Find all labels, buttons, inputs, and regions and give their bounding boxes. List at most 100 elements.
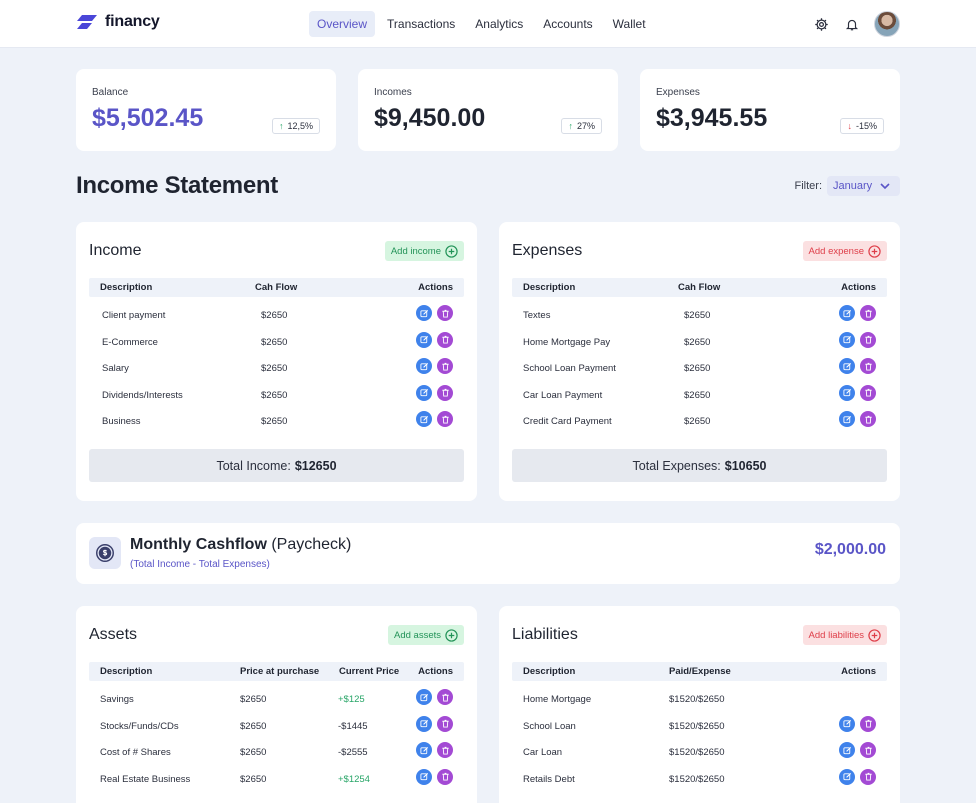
delete-button[interactable] bbox=[437, 742, 453, 758]
edit-button[interactable] bbox=[839, 742, 855, 758]
avatar[interactable] bbox=[874, 11, 900, 37]
incomes-label: Incomes bbox=[374, 87, 412, 98]
row-actions bbox=[416, 768, 453, 785]
delete-button[interactable] bbox=[860, 768, 876, 785]
delete-button[interactable] bbox=[860, 742, 876, 758]
top-actions bbox=[812, 11, 900, 37]
row-current-price: -$1445 bbox=[338, 720, 368, 732]
delete-button[interactable] bbox=[437, 689, 453, 705]
row-actions bbox=[416, 358, 453, 374]
row-description: Textes bbox=[523, 310, 551, 321]
table-row: Real Estate Business $2650 +$1254 bbox=[89, 768, 464, 791]
row-actions bbox=[839, 411, 876, 427]
bell-icon[interactable] bbox=[843, 15, 861, 33]
nav-transactions[interactable]: Transactions bbox=[379, 11, 463, 37]
trash-icon bbox=[441, 415, 449, 424]
row-actions bbox=[416, 305, 453, 321]
col-description: Description bbox=[100, 666, 153, 677]
col-cashflow: Cah Flow bbox=[255, 282, 298, 293]
delete-button[interactable] bbox=[437, 331, 453, 348]
row-description: Home Mortgage Pay bbox=[523, 336, 611, 348]
delete-button[interactable] bbox=[860, 331, 876, 348]
edit-button[interactable] bbox=[839, 384, 855, 401]
income-total: Total Income: $12650 bbox=[89, 449, 464, 482]
row-price: $2650 bbox=[240, 694, 267, 705]
edit-button[interactable] bbox=[416, 358, 432, 374]
delete-button[interactable] bbox=[860, 384, 876, 401]
expenses-table-header: Description Cah Flow Actions bbox=[512, 278, 887, 297]
edit-button[interactable] bbox=[416, 411, 432, 427]
nav-accounts[interactable]: Accounts bbox=[535, 11, 600, 37]
row-description: Car Loan Payment bbox=[523, 389, 603, 401]
delete-button[interactable] bbox=[437, 768, 453, 785]
edit-icon bbox=[842, 415, 851, 423]
edit-button[interactable] bbox=[839, 305, 855, 321]
chevron-down-icon bbox=[880, 182, 890, 189]
income-total-value: $12650 bbox=[294, 458, 337, 473]
add-income-button[interactable]: Add income bbox=[384, 241, 464, 261]
row-price: $2650 bbox=[240, 747, 267, 758]
row-actions bbox=[416, 742, 453, 758]
row-price: $2650 bbox=[240, 773, 267, 785]
edit-button[interactable] bbox=[416, 768, 432, 785]
edit-button[interactable] bbox=[839, 768, 855, 785]
month-filter-select[interactable]: January bbox=[827, 176, 900, 196]
edit-button[interactable] bbox=[416, 689, 432, 705]
delete-button[interactable] bbox=[437, 411, 453, 427]
edit-button[interactable] bbox=[416, 715, 432, 732]
edit-button[interactable] bbox=[839, 411, 855, 427]
financy-logo-icon bbox=[77, 15, 97, 29]
nav-analytics[interactable]: Analytics bbox=[467, 11, 531, 37]
expenses-total-value: $10650 bbox=[724, 458, 767, 473]
edit-icon bbox=[842, 772, 851, 781]
row-actions bbox=[839, 305, 876, 321]
row-current-price: -$2555 bbox=[338, 747, 368, 758]
expenses-label: Expenses bbox=[656, 87, 700, 98]
delete-button[interactable] bbox=[860, 715, 876, 732]
delete-button[interactable] bbox=[860, 411, 876, 427]
edit-button[interactable] bbox=[416, 742, 432, 758]
cashflow-subtitle: (Total Income - Total Expenses) bbox=[130, 559, 270, 570]
brand-logo[interactable]: financy bbox=[76, 13, 160, 31]
trash-icon bbox=[864, 335, 872, 344]
nav-overview[interactable]: Overview bbox=[309, 11, 376, 37]
edit-button[interactable] bbox=[416, 305, 432, 321]
row-description: Credit Card Payment bbox=[523, 416, 612, 427]
edit-icon bbox=[419, 335, 428, 344]
add-expense-button[interactable]: Add expense bbox=[802, 241, 887, 261]
delete-button[interactable] bbox=[437, 715, 453, 732]
add-assets-label: Add assets bbox=[394, 629, 441, 641]
delete-button[interactable] bbox=[437, 305, 453, 321]
delete-button[interactable] bbox=[437, 358, 453, 374]
row-actions bbox=[416, 384, 453, 401]
edit-button[interactable] bbox=[416, 384, 432, 401]
delete-button[interactable] bbox=[437, 384, 453, 401]
gear-icon[interactable] bbox=[812, 15, 830, 33]
expenses-title: Expenses bbox=[512, 242, 583, 259]
balance-change: 12,5% bbox=[287, 121, 313, 131]
top-navbar: financy Overview Transactions Analytics … bbox=[0, 0, 976, 48]
add-assets-button[interactable]: Add assets bbox=[388, 625, 464, 645]
nav-wallet[interactable]: Wallet bbox=[605, 11, 654, 37]
add-liabilities-button[interactable]: Add liabilities bbox=[802, 625, 887, 645]
incomes-card: Incomes $9,450.00 ↑ 27% bbox=[358, 69, 618, 151]
table-row: Car Loan $1520/$2650 bbox=[512, 742, 887, 764]
edit-icon bbox=[419, 362, 428, 370]
edit-button[interactable] bbox=[839, 358, 855, 374]
edit-icon bbox=[419, 719, 428, 728]
edit-icon bbox=[842, 388, 851, 397]
delete-button[interactable] bbox=[860, 358, 876, 374]
edit-button[interactable] bbox=[839, 715, 855, 732]
row-description: Savings bbox=[100, 694, 134, 705]
cashflow-title: Monthly Cashflow (Paycheck) bbox=[130, 536, 351, 554]
delete-button[interactable] bbox=[860, 305, 876, 321]
trash-icon bbox=[441, 746, 449, 755]
table-row: Dividends/Interests $2650 bbox=[89, 384, 464, 407]
dollar-coin-icon bbox=[89, 537, 121, 569]
trash-icon bbox=[441, 388, 449, 397]
edit-button[interactable] bbox=[839, 331, 855, 348]
main-nav: Overview Transactions Analytics Accounts… bbox=[309, 11, 654, 37]
row-description: Salary bbox=[102, 363, 129, 374]
row-description: Dividends/Interests bbox=[102, 389, 183, 401]
edit-button[interactable] bbox=[416, 331, 432, 348]
